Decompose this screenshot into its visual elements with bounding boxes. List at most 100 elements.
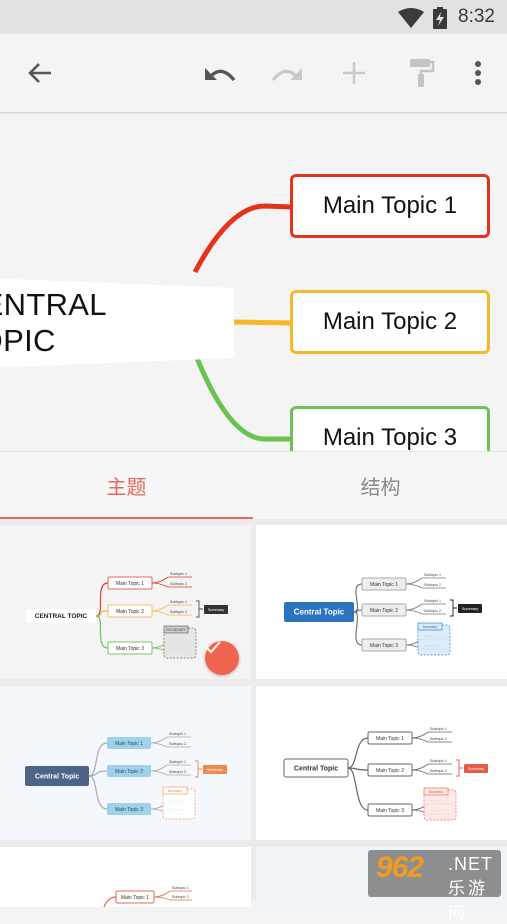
undo-button[interactable] — [201, 54, 239, 92]
preview-sub-line — [151, 610, 169, 616]
preview-sub-line — [405, 603, 423, 611]
preview-sub-line — [411, 737, 429, 743]
paint-roller-icon — [410, 59, 435, 87]
preview-sub-line — [405, 577, 423, 585]
preview-sub-line — [150, 770, 168, 776]
preview-summary-bracket — [196, 600, 203, 618]
preview-summary-bracket — [195, 760, 202, 778]
theme-preview: Central Topic Main Topic 1 Subtopic 1 Subto… — [25, 732, 227, 820]
tab-structure[interactable]: 结构 — [254, 452, 507, 518]
preview-main-label: Main Topic 1 — [115, 741, 143, 747]
theme-card-classic[interactable]: CENTRAL TOPIC Main Topic 1 Subtopic 1 Subto… — [0, 525, 251, 679]
branch-line-3 — [194, 357, 292, 442]
theme-card-business-blue[interactable]: Central Topic Main Topic 1 Subtopic 1 Subto… — [256, 525, 507, 679]
preview-summary-label: Summary — [468, 767, 484, 771]
add-topic-button[interactable] — [335, 54, 373, 92]
preview-branch-line — [347, 767, 369, 811]
battery-charging-icon — [433, 7, 447, 29]
preview-main-label: Main Topic 2 — [115, 769, 143, 775]
preview-sub-line — [150, 764, 168, 772]
preview-main-label: Main Topic 1 — [121, 895, 149, 901]
toolbar — [0, 34, 507, 113]
preview-summary-label: Summary — [462, 607, 478, 611]
preview-main-label: Main Topic 1 — [376, 736, 404, 742]
preview-sub-line — [151, 582, 169, 588]
preview-branch-line — [95, 615, 109, 649]
preview-subtopic-label: Subtopic 1 — [169, 732, 186, 736]
preview-central-label: Central Topic — [294, 765, 338, 772]
central-topic[interactable]: CENTRAL TOPIC — [0, 277, 234, 369]
preview-subtopic-label: Subtopic 1 — [430, 759, 447, 763]
redo-button[interactable] — [268, 54, 306, 92]
theme-card-slate[interactable]: Central Topic Main Topic 1 Subtopic 1 Subto… — [0, 686, 251, 840]
bottom-panel-tabs: 主题 结构 — [0, 451, 507, 520]
preview-subtopic-label: Subtopic 2 — [430, 737, 447, 741]
preview-branch-line — [88, 775, 108, 810]
wifi-icon — [398, 8, 424, 28]
preview-sub-line — [411, 731, 429, 739]
preview-main-label: Main Topic 2 — [116, 609, 144, 615]
preview-branch-line — [103, 896, 117, 907]
more-options-button[interactable] — [459, 54, 497, 92]
status-bar: 8:32 — [0, 0, 507, 34]
theme-preview: Central Topic Main Topic 1 Subtopic 1 Subto… — [283, 727, 488, 821]
preview-sub-line — [153, 890, 171, 898]
preview-branch-line — [88, 770, 108, 777]
format-button[interactable] — [403, 54, 441, 92]
preview-summary-bracket — [450, 599, 457, 617]
preview-sub-line — [150, 742, 168, 748]
preview-main-label: Main Topic 2 — [376, 768, 404, 774]
preview-boundary-label: Boundary — [168, 789, 183, 793]
preview-boundary-label: BOUNDARY — [166, 628, 186, 632]
theme-preview: CENTRAL TOPIC Main Topic 1 Subtopic 1 Subto… — [26, 572, 228, 659]
preview-main-label: Main Topic 1 — [370, 582, 398, 588]
preview-boundary-label: Boundary — [429, 790, 444, 794]
theme-grid: CENTRAL TOPIC Main Topic 1 Subtopic 1 Subto… — [0, 519, 507, 907]
preview-branch-line — [353, 583, 363, 613]
preview-subtopic-label: Subtopic 2 — [169, 770, 186, 774]
preview-subtopic-label: Subtopic 1 — [169, 760, 186, 764]
preview-central-label: Central Topic — [294, 608, 345, 617]
preview-sub-line — [405, 583, 423, 589]
preview-main-label: Main Topic 3 — [116, 646, 144, 652]
preview-summary-bracket — [456, 759, 463, 777]
preview-main-label: Main Topic 3 — [376, 808, 404, 814]
preview-subtopic-label: Subtopic 2 — [172, 895, 189, 899]
plus-icon — [343, 62, 365, 84]
theme-card-red-outline[interactable]: Main Topic 1 Subtopic 1 Subtopic 2 — [0, 847, 251, 907]
preview-main-label: Main Topic 3 — [370, 643, 398, 649]
preview-sub-line — [151, 576, 169, 584]
watermark-logo: 962 .NET 乐游网 — [368, 850, 501, 923]
preview-subtopic-label: Subtopic 2 — [424, 609, 441, 613]
preview-subtopic-label: Subtopic 2 — [430, 769, 447, 773]
preview-subtopic-label: Subtopic 1 — [424, 573, 441, 577]
preview-subtopic-label: Subtopic 2 — [424, 583, 441, 587]
branch-line-2 — [231, 319, 293, 326]
preview-main-label: Main Topic 3 — [115, 807, 143, 813]
theme-preview: Central Topic Main Topic 1 Subtopic 1 Subto… — [284, 573, 482, 656]
preview-subtopic-label: Subtopic 1 — [172, 886, 189, 890]
undo-icon — [205, 68, 236, 82]
watermark-suffix: .NET — [448, 854, 494, 874]
theme-preview: Main Topic 1 Subtopic 1 Subtopic 2 — [103, 886, 192, 907]
preview-subtopic-label: Subtopic 1 — [170, 600, 187, 604]
preview-main-label: Main Topic 1 — [116, 581, 144, 587]
mindmap-canvas[interactable]: CENTRAL TOPIC Main Topic 1 Main Topic 2 … — [0, 114, 507, 451]
preview-subtopic-label: Subtopic 1 — [170, 572, 187, 576]
watermark-number: 962 — [376, 851, 424, 884]
preview-boundary-label: Boundary — [423, 625, 438, 629]
preview-branch-line — [353, 611, 363, 646]
theme-card-outline[interactable]: Central Topic Main Topic 1 Subtopic 1 Subto… — [256, 686, 507, 840]
status-time: 8:32 — [458, 6, 495, 27]
main-topic-1[interactable]: Main Topic 1 — [290, 174, 490, 238]
main-topic-3[interactable]: Main Topic 3 — [290, 406, 490, 451]
preview-sub-line — [405, 609, 423, 615]
back-button[interactable] — [21, 54, 59, 92]
preview-sub-line — [411, 763, 429, 771]
watermark-chinese: 乐游网 — [448, 879, 488, 923]
main-topic-2[interactable]: Main Topic 2 — [290, 290, 490, 354]
branch-line-1 — [192, 203, 293, 274]
tab-theme[interactable]: 主题 — [0, 452, 253, 518]
arrow-back-icon — [28, 63, 51, 83]
preview-subtopic-label: Subtopic 2 — [170, 610, 187, 614]
